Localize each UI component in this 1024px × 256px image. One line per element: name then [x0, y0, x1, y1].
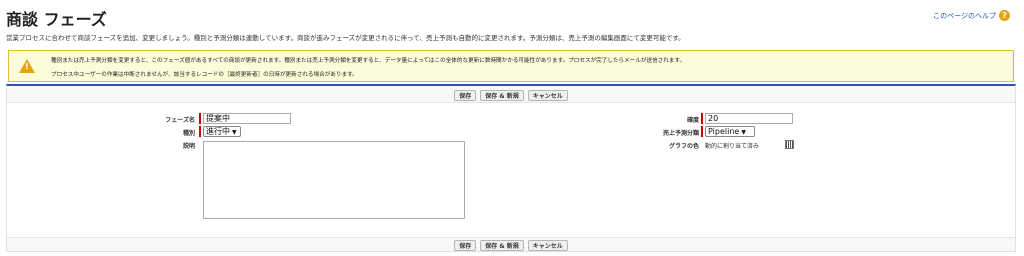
forecast-category-select[interactable]: Pipeline ▼: [705, 126, 755, 137]
chevron-down-icon: ▼: [232, 129, 237, 136]
warning-line-2: プロセス中ユーザーの作業は中断されませんが、該当するレコードの［最終更新者］の日…: [51, 72, 358, 78]
cancel-button[interactable]: キャンセル: [527, 90, 568, 101]
color-picker-icon[interactable]: [785, 140, 794, 149]
forecast-category-value: Pipeline: [708, 127, 740, 136]
warning-line-1: 種別または売上予測分類を変更すると、このフェーズ値があるすべての商談が更新されま…: [51, 58, 686, 64]
warning-box: ! 種別または売上予測分類を変更すると、このフェーズ値があるすべての商談が更新さ…: [8, 50, 1014, 82]
probability-label: 確度: [686, 117, 699, 124]
type-select[interactable]: 進行中 ▼: [203, 126, 241, 137]
help-icon[interactable]: ?: [999, 10, 1010, 21]
save-button[interactable]: 保存: [454, 240, 477, 251]
phase-name-label: フェーズ名: [165, 117, 195, 124]
required-marker: [199, 126, 201, 137]
chart-color-value: 動的に割り当て済み: [705, 143, 760, 150]
chevron-down-icon: ▼: [741, 129, 746, 136]
save-new-button[interactable]: 保存 & 新規: [480, 90, 524, 101]
required-marker: [199, 113, 201, 124]
top-button-row: 保存 保存 & 新規 キャンセル: [7, 90, 1015, 101]
forecast-category-label: 売上予測分類: [662, 130, 699, 137]
chart-color-label: グラフの色: [668, 143, 699, 150]
save-new-button[interactable]: 保存 & 新規: [480, 240, 524, 251]
page-title: 商談 フェーズ: [6, 10, 107, 29]
phase-name-input[interactable]: 提案中: [203, 113, 291, 124]
description-textarea[interactable]: [203, 141, 465, 219]
edit-panel: 保存 保存 & 新規 キャンセル フェーズ名 提案中 種別 進行中 ▼ 説明 確度…: [6, 84, 1016, 252]
probability-input[interactable]: 20: [705, 113, 793, 124]
page-description: 営業プロセスに合わせて商談フェーズを追加、変更しましょう。種別と予測分類は連動し…: [6, 34, 685, 42]
cancel-button[interactable]: キャンセル: [527, 240, 568, 251]
save-button[interactable]: 保存: [454, 90, 477, 101]
required-marker: [701, 113, 703, 124]
required-marker: [701, 126, 703, 137]
description-label: 説明: [182, 143, 195, 150]
warning-icon: !: [19, 59, 35, 73]
bottom-button-row: 保存 保存 & 新規 キャンセル: [7, 240, 1015, 251]
form-section: フェーズ名 提案中 種別 進行中 ▼ 説明 確度 20 売上予測分類 Pipeli…: [7, 102, 1015, 238]
type-select-value: 進行中: [206, 127, 230, 136]
help-link-label[interactable]: このページのヘルプ: [933, 11, 996, 21]
help-link[interactable]: このページのヘルプ ?: [933, 10, 1010, 21]
type-label: 種別: [182, 130, 195, 137]
